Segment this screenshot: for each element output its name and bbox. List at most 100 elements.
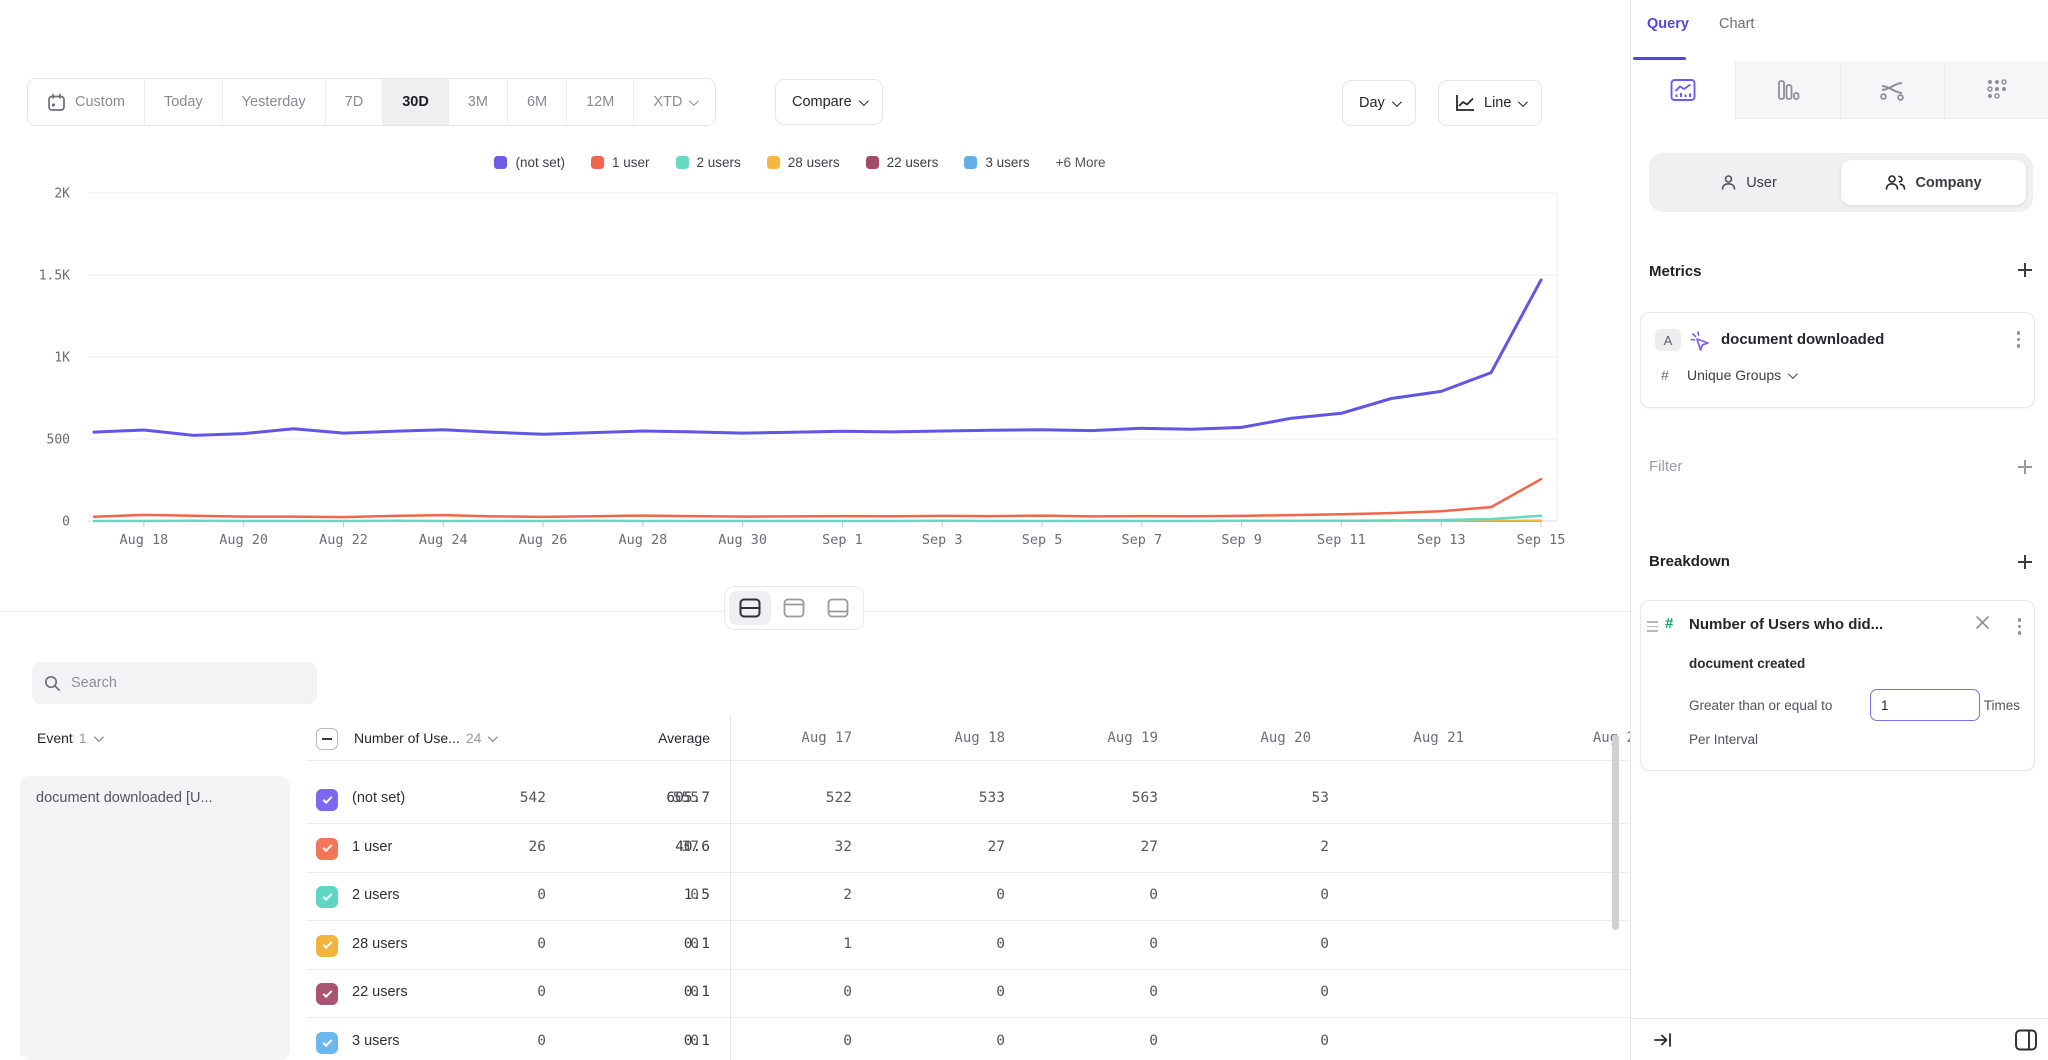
cell-value: 26 bbox=[529, 839, 546, 855]
metric-badge: A bbox=[1655, 329, 1681, 351]
series-line--not-set-[interactable] bbox=[94, 280, 1541, 436]
side-panel-icon[interactable] bbox=[2013, 1027, 2039, 1053]
layout-table-only-button[interactable] bbox=[817, 591, 859, 625]
company-icon bbox=[1885, 174, 1906, 191]
range-label: Today bbox=[164, 94, 203, 110]
layout-split-button[interactable] bbox=[729, 591, 771, 625]
date-column-header: Aug 18 bbox=[954, 730, 1005, 746]
scope-company-label: Company bbox=[1915, 175, 1981, 191]
chart-type-line-tab[interactable] bbox=[1631, 61, 1735, 119]
metric-card[interactable]: A document downloaded # Unique Groups bbox=[1640, 312, 2035, 408]
series-line-1-user[interactable] bbox=[94, 479, 1541, 517]
range-3m[interactable]: 3M bbox=[449, 79, 508, 125]
series-checkbox[interactable] bbox=[316, 983, 338, 1005]
select-all-checkbox[interactable] bbox=[316, 728, 338, 750]
line-chart-icon bbox=[1670, 78, 1696, 102]
range-yesterday[interactable]: Yesterday bbox=[223, 79, 326, 125]
breakdown-menu-button[interactable] bbox=[2018, 618, 2022, 635]
breakdown-card[interactable]: # Number of Users who did... document cr… bbox=[1640, 600, 2035, 771]
chart-type-flow-tab[interactable] bbox=[1840, 61, 1945, 119]
series-checkbox[interactable] bbox=[316, 935, 338, 957]
collapse-panel-icon[interactable] bbox=[1653, 1030, 1673, 1050]
times-value-input[interactable] bbox=[1870, 689, 1980, 721]
event-spark-icon bbox=[1689, 330, 1711, 352]
range-12m[interactable]: 12M bbox=[567, 79, 634, 125]
chart-type-scatter-tab[interactable] bbox=[1944, 61, 2048, 119]
interval-dropdown[interactable]: Day bbox=[1342, 80, 1416, 126]
scope-user-option[interactable]: User bbox=[1656, 160, 1841, 205]
bar-chart-icon bbox=[1776, 78, 1800, 102]
active-tab-underline bbox=[1633, 57, 1686, 60]
range-label: 6M bbox=[527, 94, 547, 110]
measure-dropdown[interactable]: Unique Groups bbox=[1687, 367, 1795, 383]
x-axis-label: Sep 1 bbox=[822, 532, 863, 548]
event-column-header[interactable]: Event 1 bbox=[37, 730, 101, 746]
add-filter-button[interactable] bbox=[2018, 460, 2032, 474]
range-6m[interactable]: 6M bbox=[508, 79, 567, 125]
series-checkbox[interactable] bbox=[316, 789, 338, 811]
scope-company-option[interactable]: Company bbox=[1841, 160, 2026, 205]
cell-value: 37 bbox=[682, 839, 699, 855]
compare-button[interactable]: Compare bbox=[775, 79, 883, 125]
date-column-header: Aug 21 bbox=[1413, 730, 1464, 746]
layout-toggle-group bbox=[724, 586, 864, 630]
range-today[interactable]: Today bbox=[145, 79, 223, 125]
add-metric-button[interactable] bbox=[2018, 263, 2032, 277]
chevron-down-icon bbox=[1392, 97, 1402, 107]
cell-value: 0 bbox=[537, 936, 546, 952]
chart-type-bar-tab[interactable] bbox=[1735, 61, 1840, 119]
cell-value: 533 bbox=[979, 790, 1005, 806]
drag-handle-icon[interactable] bbox=[1647, 621, 1658, 632]
event-list-item[interactable]: document downloaded [U... bbox=[20, 776, 290, 1060]
range-30d[interactable]: 30D bbox=[383, 79, 449, 125]
table-scrollbar[interactable] bbox=[1612, 735, 1619, 930]
range-xtd[interactable]: XTD bbox=[634, 79, 715, 125]
chevron-down-icon bbox=[689, 96, 699, 106]
series-checkbox[interactable] bbox=[316, 838, 338, 860]
cell-value: 0 bbox=[690, 936, 699, 952]
layout-chart-only-button[interactable] bbox=[773, 591, 815, 625]
series-column-header[interactable]: Number of Use... 24 bbox=[354, 730, 495, 746]
search-icon bbox=[44, 675, 61, 692]
cell-value: 563 bbox=[1132, 790, 1158, 806]
cell-value: 0 bbox=[996, 984, 1005, 1000]
table-row: 22 users0.1000000 bbox=[306, 970, 1630, 1018]
x-axis-label: Aug 20 bbox=[219, 532, 268, 548]
cell-value: 27 bbox=[1141, 839, 1158, 855]
cell-value: 522 bbox=[826, 790, 852, 806]
x-axis-label: Aug 18 bbox=[120, 532, 169, 548]
table-row: 3 users0.1000000 bbox=[306, 1019, 1630, 1060]
cell-value: 53 bbox=[1312, 790, 1329, 806]
tab-chart[interactable]: Chart bbox=[1719, 16, 1754, 32]
cell-value: 0 bbox=[1320, 936, 1329, 952]
panel-footer bbox=[1631, 1018, 2048, 1060]
metric-menu-button[interactable] bbox=[2017, 331, 2021, 348]
close-icon[interactable] bbox=[1975, 615, 1990, 630]
chart-type-dropdown[interactable]: Line bbox=[1438, 80, 1542, 126]
search-box bbox=[32, 662, 317, 704]
y-axis-label: 0 bbox=[62, 515, 70, 530]
series-checkbox[interactable] bbox=[316, 1032, 338, 1054]
cell-value: 555 bbox=[673, 790, 699, 806]
line-chart[interactable]: 05001K1.5K2KAug 18Aug 20Aug 22Aug 24Aug … bbox=[0, 140, 1630, 560]
range-7d[interactable]: 7D bbox=[326, 79, 384, 125]
measure-label: Unique Groups bbox=[1687, 367, 1781, 383]
cell-value: 0 bbox=[1320, 1033, 1329, 1049]
range-custom[interactable]: Custom bbox=[28, 79, 145, 125]
cell-value: 542 bbox=[520, 790, 546, 806]
range-label: Custom bbox=[75, 94, 125, 110]
cell-value: 0 bbox=[537, 984, 546, 1000]
scope-toggle: User Company bbox=[1649, 153, 2033, 212]
chevron-down-icon bbox=[1788, 369, 1798, 379]
add-breakdown-button[interactable] bbox=[2018, 555, 2032, 569]
tab-query[interactable]: Query bbox=[1647, 16, 1689, 32]
per-interval-label: Per Interval bbox=[1689, 732, 1758, 747]
cell-value: 0 bbox=[996, 1033, 1005, 1049]
y-axis-label: 1.5K bbox=[39, 269, 70, 284]
series-checkbox[interactable] bbox=[316, 886, 338, 908]
filter-heading: Filter bbox=[1649, 458, 1682, 475]
split-view-icon bbox=[739, 598, 761, 618]
search-input[interactable] bbox=[71, 675, 291, 691]
user-icon bbox=[1720, 174, 1737, 191]
x-axis-label: Sep 3 bbox=[922, 532, 963, 548]
